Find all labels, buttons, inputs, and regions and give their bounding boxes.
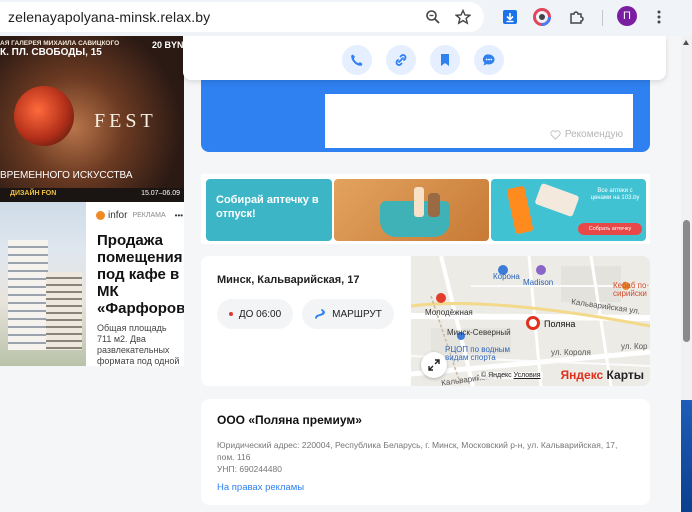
link-icon [395, 54, 407, 66]
map-label-madison: Madison [523, 278, 554, 287]
realty-ad-source-name: infor [108, 210, 128, 221]
share-link-button[interactable] [386, 45, 416, 75]
hours-label: ДО 06:00 [238, 308, 282, 320]
address-text: Минск, Кальварийская, 17 [217, 274, 360, 286]
fest-ad-title: FEST [94, 110, 157, 132]
url-text[interactable]: zelenayapolyana-minsk.relax.by [8, 9, 210, 25]
map-expand-button[interactable] [421, 352, 447, 378]
promo-center-image [334, 179, 489, 241]
kebab-menu-icon[interactable] [649, 7, 669, 27]
collect-kit-button[interactable]: Собрать аптечку [578, 223, 642, 235]
bottle-shape [428, 193, 440, 217]
company-details: Юридический адрес: 220004, Республика Бе… [217, 439, 627, 475]
yandex-maps-logo[interactable]: Яндекс Карты [561, 368, 644, 382]
scroll-up-arrow-icon[interactable] [683, 40, 689, 45]
chat-icon [482, 54, 495, 66]
chat-button[interactable] [474, 45, 504, 75]
call-button[interactable] [342, 45, 372, 75]
map-terms-link[interactable]: Условия [514, 372, 541, 379]
map-copyright-text: © Яндекс [481, 372, 512, 379]
route-icon [315, 309, 326, 319]
heart-icon [550, 129, 561, 140]
download-icon[interactable] [500, 7, 520, 27]
action-bar [183, 36, 666, 80]
map-label-minsk-severny: Минск-Северный [447, 328, 511, 337]
fest-ad-artwork [14, 86, 74, 146]
bottle-shape [414, 187, 424, 217]
maps-logo-word: Карты [603, 368, 644, 382]
color-extension-icon[interactable] [532, 7, 552, 27]
realty-ad-description: Общая площадь 711 м2. Два развлекательны… [97, 323, 180, 366]
realty-ad-title[interactable]: Продажа помещения под кафе в МК «Фарфоро… [97, 232, 184, 317]
map-label-korona: Корона [493, 272, 520, 281]
expand-icon [428, 359, 440, 371]
realty-ad-image [0, 202, 86, 366]
fest-ad-dates: 15.07–06.09 [141, 190, 180, 197]
browser-toolbar: zelenayapolyana-minsk.relax.by П [0, 0, 692, 36]
review-box: Рекомендую [325, 94, 633, 148]
promo-right-panel: Все аптеки с ценами на 103.by Собрать ап… [491, 179, 646, 241]
map-label-kor: ул. Кор [621, 342, 648, 351]
address-bar[interactable]: zelenayapolyana-minsk.relax.by [0, 2, 484, 32]
map-copyright: © Яндекс Условия [479, 372, 543, 379]
page-viewport: АЯ ГАЛЕРЕЯ МИХАИЛА САВИЦКОГО К. ПЛ. СВОБ… [0, 36, 681, 512]
fest-ad-banner[interactable]: АЯ ГАЛЕРЕЯ МИХАИЛА САВИЦКОГО К. ПЛ. СВОБ… [0, 36, 184, 202]
map-label-korolya: ул. Короля [551, 348, 591, 357]
promo-right-text: Все аптеки с ценами на 103.by [590, 188, 640, 201]
map-widget[interactable]: Корона Madison Кебаб по-сирийски Молодёж… [411, 256, 650, 386]
map-label-kebab: Кебаб по-сирийски [613, 281, 650, 298]
map-label-molodezhnaya: Молодёжная [425, 308, 473, 317]
building-shape [8, 240, 48, 350]
promo-left-panel: Собирай аптечку в отпуск! [206, 179, 332, 241]
fest-ad-footer: ДИЗАЙН FON 15.07–06.09 [0, 188, 184, 202]
bookmark-icon [441, 54, 449, 66]
route-button[interactable]: МАРШРУТ [302, 299, 394, 329]
pharmacy-promo-banner[interactable]: Собирай аптечку в отпуск! Все аптеки с ц… [201, 174, 650, 244]
bookmark-button[interactable] [430, 45, 460, 75]
profile-avatar[interactable]: П [617, 6, 637, 26]
company-name: ООО «Поляна премиум» [217, 413, 362, 427]
location-marker-icon[interactable] [526, 316, 540, 330]
pills-shape [534, 182, 580, 218]
more-options-icon[interactable]: ••• [175, 211, 183, 220]
yandex-logo-word: Яндекс [560, 368, 604, 382]
source-logo-icon [96, 211, 105, 220]
recommend-label: Рекомендую [564, 129, 623, 140]
bookmark-star-icon[interactable] [454, 8, 472, 26]
status-dot [228, 312, 233, 316]
fest-ad-subtitle: ВРЕМЕННОГО ИСКУССТВА [0, 170, 133, 181]
extensions-puzzle-icon[interactable] [566, 7, 586, 27]
building-shape [46, 272, 82, 350]
zoom-icon[interactable] [424, 8, 442, 26]
route-label: МАРШРУТ [332, 308, 382, 320]
address-card: Минск, Кальварийская, 17 ДО 06:00 МАРШРУ… [201, 256, 650, 386]
fest-ad-brand: ДИЗАЙН FON [10, 190, 57, 197]
desktop-edge [681, 400, 692, 512]
company-unp: УНП: 690244480 [217, 464, 282, 474]
realty-ad[interactable]: infor РЕКЛАМА ••• Продажа помещения под … [0, 202, 184, 366]
sunscreen-shape [506, 185, 534, 235]
realty-ad-tag: РЕКЛАМА [132, 212, 166, 219]
company-card: ООО «Поляна премиум» Юридический адрес: … [201, 399, 650, 505]
realty-ad-source: infor РЕКЛАМА ••• [96, 210, 183, 221]
map-label-polyana: Поляна [544, 319, 576, 329]
recommend-button[interactable]: Рекомендую [550, 129, 623, 140]
map-label-rtsop: РЦОП по водным видам спорта [445, 345, 511, 362]
fest-ad-address: К. ПЛ. СВОБОДЫ, 15 [0, 47, 102, 58]
toolbar-divider [602, 10, 603, 26]
hours-button[interactable]: ДО 06:00 [217, 299, 293, 329]
fest-ad-price: 20 BYN [152, 40, 184, 50]
scroll-thumb[interactable] [683, 220, 690, 342]
phone-icon [351, 54, 363, 66]
advertising-link[interactable]: На правах рекламы [217, 482, 304, 493]
legal-address: Юридический адрес: 220004, Республика Бе… [217, 440, 618, 462]
